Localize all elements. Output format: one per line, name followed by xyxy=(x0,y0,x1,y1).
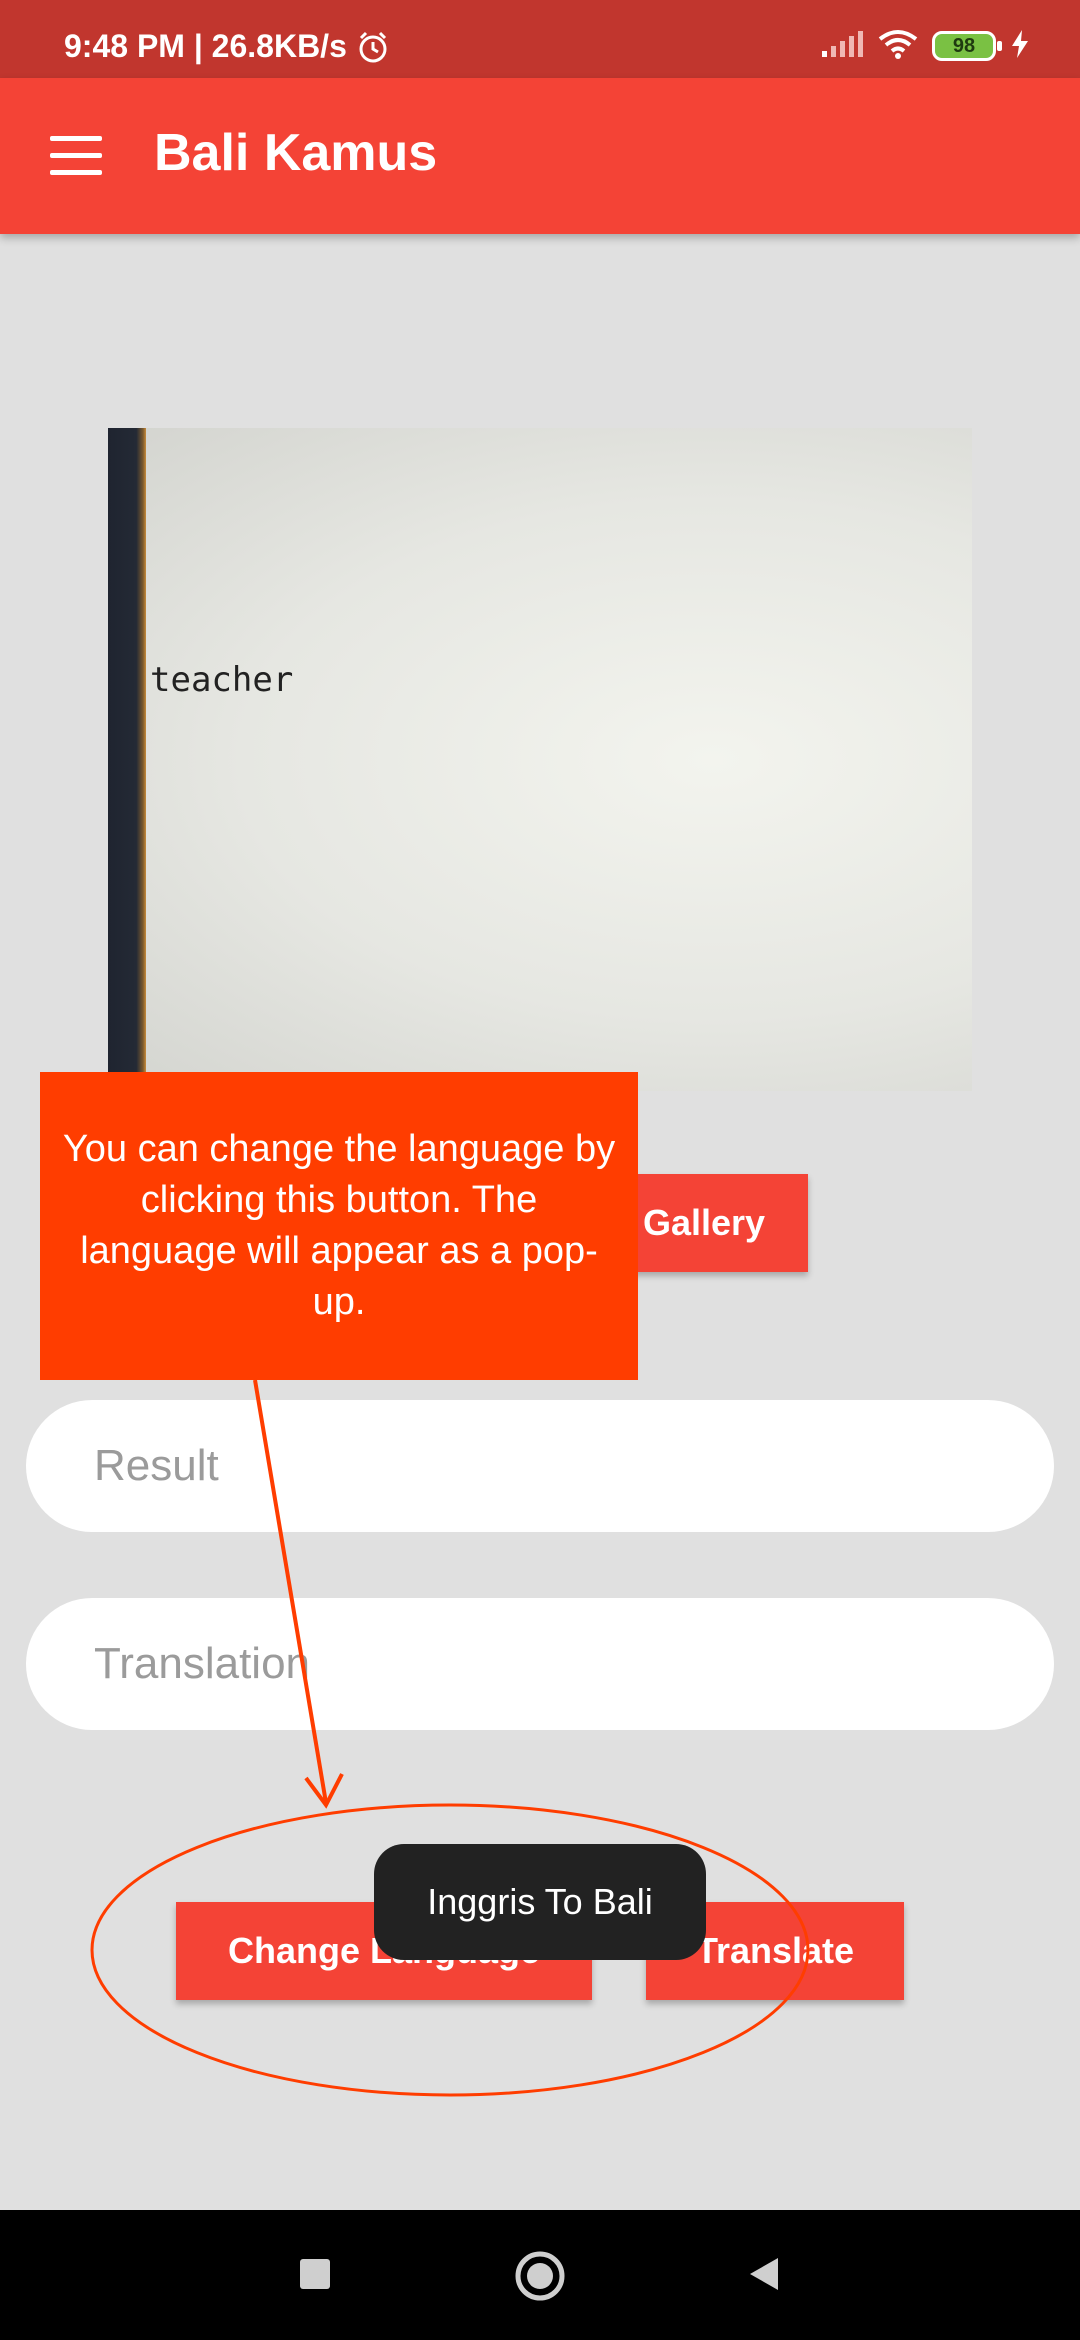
image-preview: teacher xyxy=(108,428,972,1091)
tutorial-tooltip: You can change the language by clicking … xyxy=(40,1072,638,1380)
translation-field[interactable]: Translation xyxy=(26,1598,1054,1730)
photo-edge xyxy=(108,428,146,1091)
app-title: Bali Kamus xyxy=(154,124,438,182)
alarm-icon xyxy=(356,30,390,69)
hamburger-menu-icon[interactable] xyxy=(50,136,102,176)
charging-icon xyxy=(1010,29,1030,64)
wifi-icon xyxy=(878,29,918,64)
status-icons: 98 xyxy=(820,28,1030,64)
battery-icon: 98 xyxy=(932,31,1002,61)
result-field[interactable]: Result xyxy=(26,1400,1054,1532)
app-bar: Bali Kamus xyxy=(0,78,1080,234)
translation-placeholder: Translation xyxy=(94,1639,311,1688)
battery-level: 98 xyxy=(952,34,976,57)
home-icon[interactable] xyxy=(514,2250,566,2302)
pointer-arrow-head xyxy=(304,1773,344,1809)
toast-text: Inggris To Bali xyxy=(427,1881,653,1922)
toast-message: Inggris To Bali xyxy=(374,1844,706,1960)
status-time-speed: 9:48 PM | 26.8KB/s xyxy=(64,28,347,64)
status-bar: 9:48 PM | 26.8KB/s 98 xyxy=(0,0,1080,78)
navigation-bar xyxy=(0,2210,1080,2340)
image-preview-text: teacher xyxy=(150,660,294,700)
result-placeholder: Result xyxy=(94,1441,219,1490)
signal-icon xyxy=(820,29,864,64)
recent-apps-icon[interactable] xyxy=(300,2259,330,2289)
back-icon[interactable] xyxy=(744,2254,784,2294)
